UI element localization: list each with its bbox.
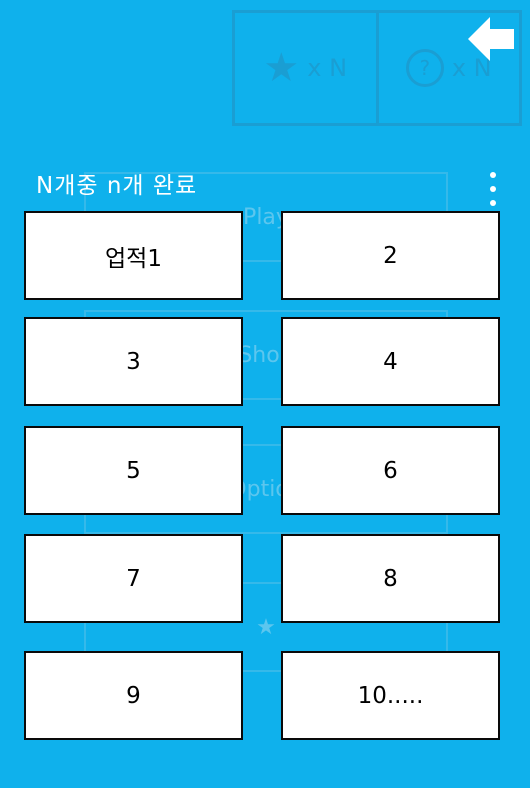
achievement-label: 7 [126,565,141,592]
achievement-button-7[interactable]: 7 [24,534,243,623]
question-circle-icon: ? [405,49,444,87]
page-title: N개중 n개 완료 [36,173,198,199]
achievement-label: 8 [383,565,398,592]
achievement-label: 4 [383,348,398,375]
achievement-label: 10..... [357,682,424,709]
star-icon: ★ [263,45,300,91]
achievement-label: 5 [126,457,141,484]
background-stars-stat: ★ x N [235,13,376,123]
background-menu-item-label: ★ [256,614,276,640]
achievement-button-2[interactable]: 2 [281,211,500,300]
back-button[interactable] [466,14,516,64]
achievement-label: 3 [126,348,141,375]
achievement-label: 업적1 [105,245,162,272]
more-vertical-icon-dot [490,200,496,206]
achievement-button-8[interactable]: 8 [281,534,500,623]
more-vertical-icon-dot [490,186,496,192]
achievement-button-6[interactable]: 6 [281,426,500,515]
more-vertical-icon [490,172,496,178]
achievement-button-9[interactable]: 9 [24,651,243,740]
achievement-button-3[interactable]: 3 [24,317,243,406]
achievement-button-10[interactable]: 10..... [281,651,500,740]
more-options-button[interactable] [484,172,502,206]
achievement-button-1[interactable]: 업적1 [24,211,243,300]
achievement-button-5[interactable]: 5 [24,426,243,515]
achievement-button-4[interactable]: 4 [281,317,500,406]
achievement-label: 2 [383,242,398,269]
background-stars-label: x N [307,54,348,82]
arrow-left-icon [468,17,514,61]
achievement-label: 9 [126,682,141,709]
achievement-label: 6 [383,457,398,484]
